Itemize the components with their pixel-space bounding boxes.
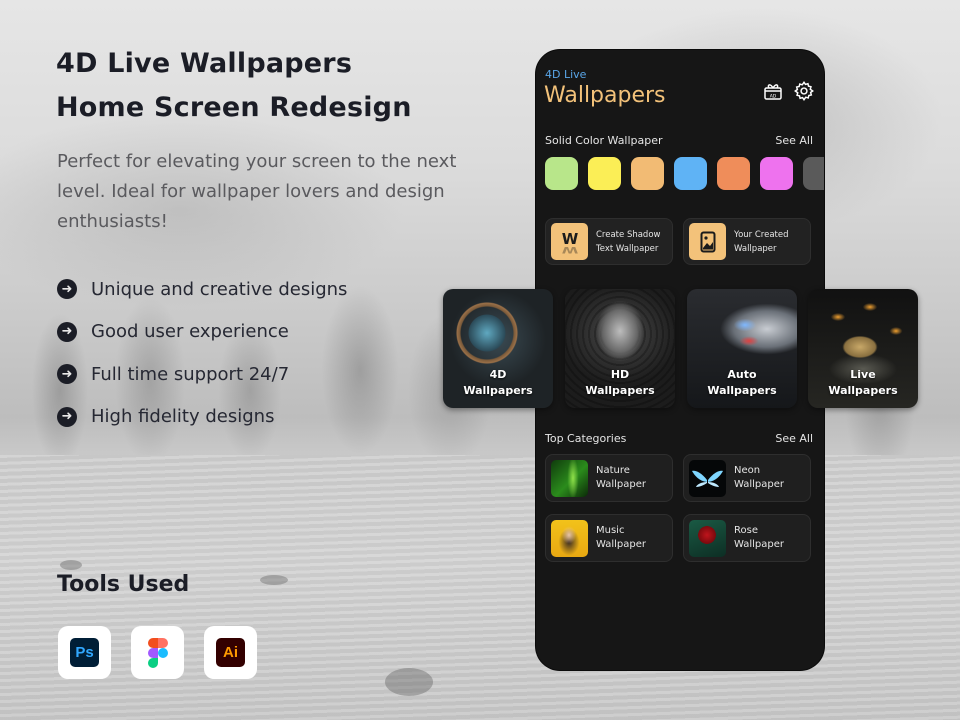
gear-icon[interactable] bbox=[793, 80, 815, 102]
category-label: Nature Wallpaper bbox=[596, 465, 647, 490]
feature-card-4d[interactable]: 4D Wallpapers bbox=[443, 289, 553, 408]
gift-ad-icon[interactable]: AD bbox=[762, 80, 784, 102]
feature-card-hd[interactable]: HD Wallpapers bbox=[565, 289, 675, 408]
action-label: Your Created Wallpaper bbox=[734, 229, 789, 254]
feature-item: ➜ Good user experience bbox=[57, 311, 347, 354]
nature-thumbnail bbox=[551, 459, 588, 497]
illustrator-icon: Ai bbox=[216, 638, 245, 667]
page-title-line1: 4D Live Wallpapers bbox=[56, 48, 353, 79]
feature-card-live[interactable]: Live Wallpapers bbox=[808, 289, 918, 408]
color-swatch[interactable] bbox=[631, 157, 664, 190]
solid-color-title: Solid Color Wallpaper bbox=[545, 134, 663, 147]
feature-card-label: Live Wallpapers bbox=[828, 368, 898, 397]
color-swatch[interactable] bbox=[588, 157, 621, 190]
shadow-text-icon: W W bbox=[551, 223, 588, 260]
svg-text:AD: AD bbox=[770, 94, 777, 100]
solid-color-header: Solid Color Wallpaper See All bbox=[545, 134, 813, 147]
arrow-right-circle-icon: ➜ bbox=[57, 321, 77, 342]
category-label: Neon Wallpaper bbox=[734, 465, 785, 490]
background-rock bbox=[60, 560, 82, 570]
app-subtitle: 4D Live bbox=[545, 68, 587, 81]
feature-card-label: 4D Wallpapers bbox=[463, 368, 533, 397]
phone-image-icon bbox=[689, 223, 726, 260]
feature-label: Good user experience bbox=[91, 321, 289, 343]
color-swatch[interactable] bbox=[760, 157, 793, 190]
color-swatch[interactable] bbox=[545, 157, 578, 190]
category-rose[interactable]: Rose Wallpaper bbox=[683, 514, 811, 562]
action-label: Create Shadow Text Wallpaper bbox=[596, 229, 661, 254]
tools-list: Ps Ai bbox=[58, 626, 257, 679]
color-swatch[interactable] bbox=[717, 157, 750, 190]
page-title-line2: Home Screen Redesign bbox=[56, 92, 412, 123]
color-swatch-list bbox=[545, 157, 824, 190]
feature-list: ➜ Unique and creative designs ➜ Good user … bbox=[57, 268, 347, 438]
solid-color-see-all-link[interactable]: See All bbox=[775, 134, 813, 147]
background-rock bbox=[260, 575, 288, 585]
photoshop-icon: Ps bbox=[70, 638, 99, 667]
your-created-wallpaper-button[interactable]: Your Created Wallpaper bbox=[683, 218, 811, 265]
color-swatch[interactable] bbox=[674, 157, 707, 190]
feature-label: High fidelity designs bbox=[91, 406, 275, 428]
background-rock bbox=[385, 668, 433, 696]
arrow-right-circle-icon: ➜ bbox=[57, 406, 77, 427]
arrow-right-circle-icon: ➜ bbox=[57, 364, 77, 385]
category-label: Music Wallpaper bbox=[596, 525, 647, 550]
tool-photoshop: Ps bbox=[58, 626, 111, 679]
top-categories-header: Top Categories See All bbox=[545, 432, 813, 445]
feature-item: ➜ High fidelity designs bbox=[57, 396, 347, 439]
feature-label: Unique and creative designs bbox=[91, 278, 348, 300]
tools-title: Tools Used bbox=[57, 572, 190, 597]
rose-thumbnail bbox=[689, 519, 726, 557]
category-nature[interactable]: Nature Wallpaper bbox=[545, 454, 673, 502]
figma-icon bbox=[147, 637, 168, 668]
app-title: Wallpapers bbox=[544, 83, 666, 108]
feature-card-label: HD Wallpapers bbox=[585, 368, 655, 397]
feature-item: ➜ Full time support 24/7 bbox=[57, 353, 347, 396]
feature-label: Full time support 24/7 bbox=[91, 363, 290, 385]
tool-figma bbox=[131, 626, 184, 679]
feature-item: ➜ Unique and creative designs bbox=[57, 268, 347, 311]
arrow-right-circle-icon: ➜ bbox=[57, 279, 77, 300]
category-label: Rose Wallpaper bbox=[734, 525, 785, 550]
music-thumbnail bbox=[551, 519, 588, 557]
category-music[interactable]: Music Wallpaper bbox=[545, 514, 673, 562]
create-shadow-text-button[interactable]: W W Create Shadow Text Wallpaper bbox=[545, 218, 673, 265]
feature-card-label: Auto Wallpapers bbox=[707, 368, 777, 397]
neon-thumbnail bbox=[689, 459, 726, 497]
top-categories-title: Top Categories bbox=[545, 432, 627, 445]
feature-card-auto[interactable]: Auto Wallpapers bbox=[687, 289, 797, 408]
color-swatch[interactable] bbox=[803, 157, 824, 190]
top-categories-see-all-link[interactable]: See All bbox=[775, 432, 813, 445]
category-neon[interactable]: Neon Wallpaper bbox=[683, 454, 811, 502]
svg-text:W: W bbox=[561, 244, 578, 253]
page-subtitle: Perfect for elevating your screen to the… bbox=[57, 151, 457, 232]
tool-illustrator: Ai bbox=[204, 626, 257, 679]
page-title: 4D Live Wallpapers Home Screen Redesign bbox=[56, 42, 412, 130]
